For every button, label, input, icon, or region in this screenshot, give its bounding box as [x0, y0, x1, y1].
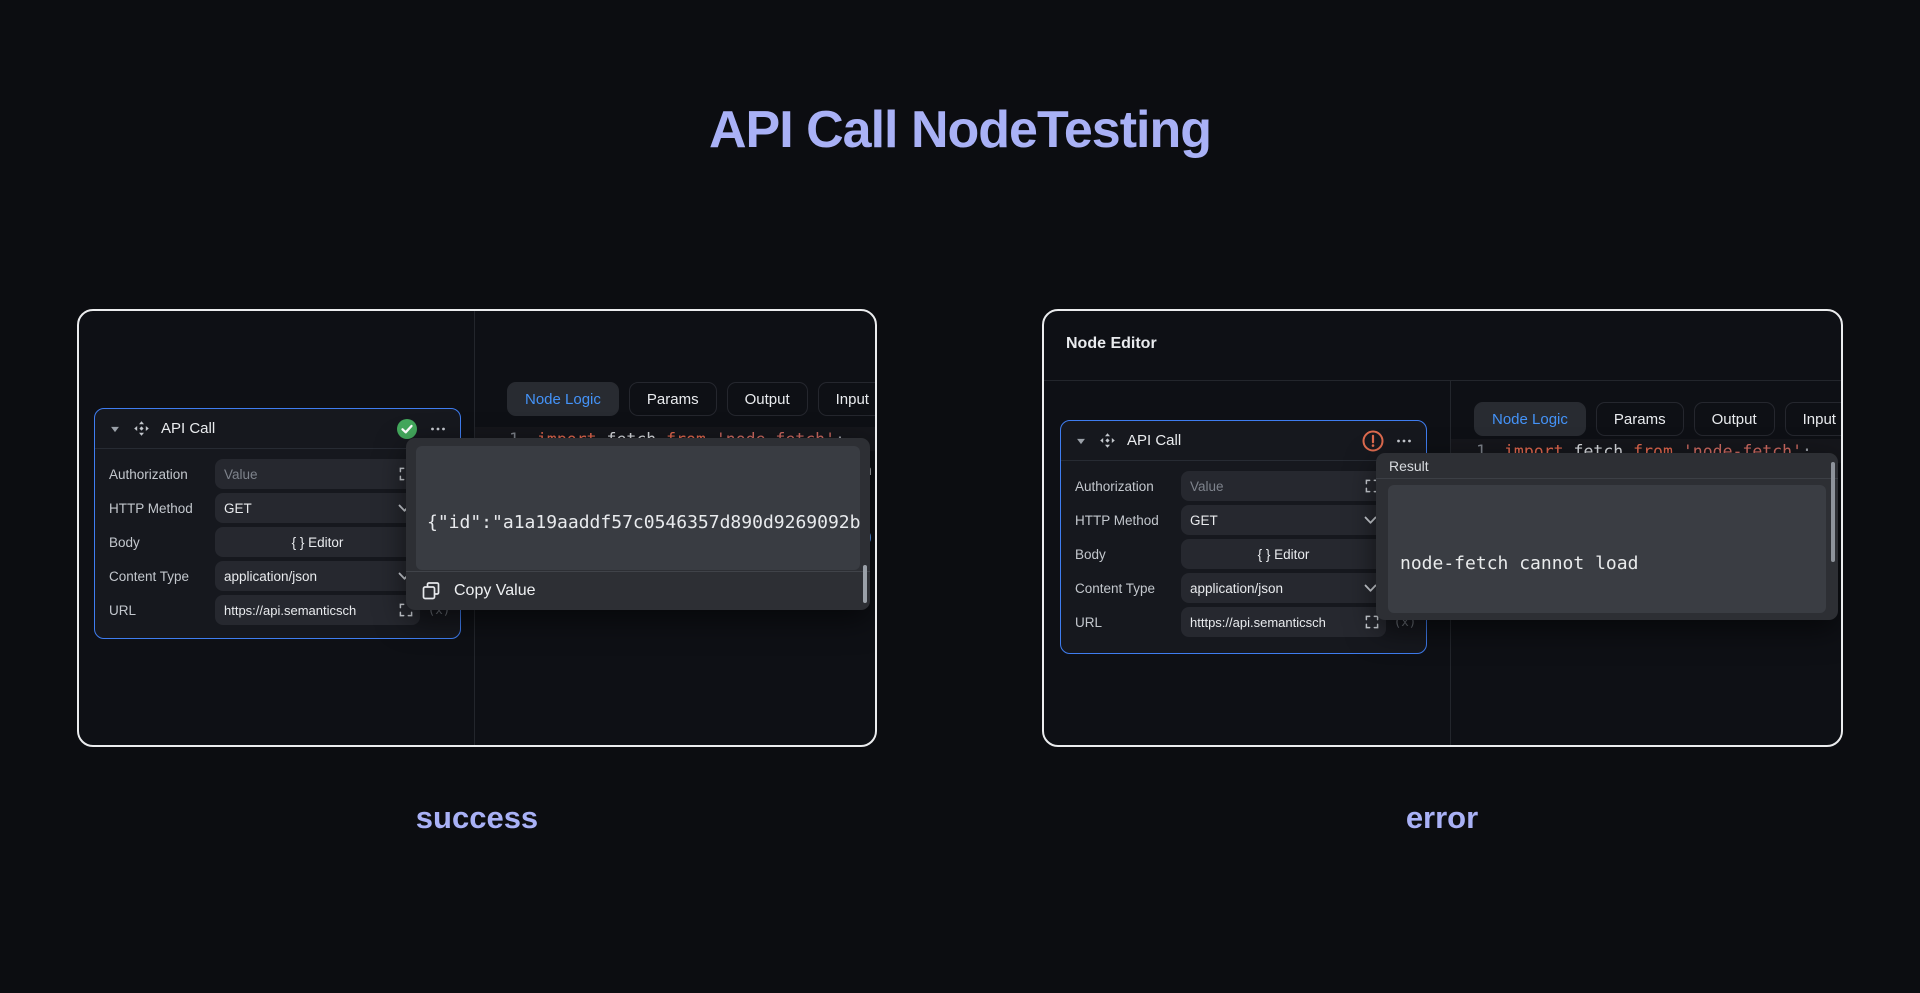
- content-type-label: Content Type: [1075, 581, 1181, 596]
- copy-value-label: Copy Value: [454, 582, 536, 600]
- api-call-node[interactable]: API Call Authorization Value HTT: [1060, 420, 1427, 654]
- success-check-icon[interactable]: [396, 418, 418, 440]
- result-popover-title: Result: [1376, 453, 1838, 478]
- tab-output[interactable]: Output: [727, 382, 808, 416]
- error-alert-icon[interactable]: [1362, 430, 1384, 452]
- tab-input[interactable]: Input: [818, 382, 877, 416]
- json-line: {"id":"a1a19aaddf57c0546357d890d9269092b: [427, 508, 849, 537]
- expand-icon[interactable]: [1365, 615, 1379, 629]
- caret-down-icon[interactable]: [1074, 434, 1088, 448]
- popover-scrollbar[interactable]: [1831, 462, 1835, 562]
- popover-scrollbar[interactable]: [863, 565, 867, 603]
- caret-down-icon[interactable]: [108, 422, 122, 436]
- body-editor-label: { } Editor: [1258, 547, 1310, 562]
- field-row-authorization: Authorization Value: [109, 459, 420, 489]
- tab-output[interactable]: Output: [1694, 402, 1775, 436]
- field-row-content-type: Content Type application/json: [1075, 573, 1386, 603]
- content-type-label: Content Type: [109, 569, 215, 584]
- authorization-input[interactable]: Value: [1181, 471, 1386, 501]
- error-message[interactable]: node-fetch cannot load htttps://api.sema…: [1388, 485, 1826, 613]
- field-row-url: URL htttps://api.semanticsch (x): [1075, 607, 1386, 637]
- node-body: Authorization Value HTTP Method GET Body: [1061, 461, 1426, 637]
- copy-icon: [421, 581, 441, 601]
- json-preview[interactable]: {"id":"a1a19aaddf57c0546357d890d9269092b…: [416, 446, 860, 570]
- ellipsis-menu-icon[interactable]: [429, 420, 447, 438]
- tab-node-logic[interactable]: Node Logic: [507, 382, 619, 416]
- card-error: Node Editor Node Logic Params Output Inp…: [1042, 309, 1843, 747]
- field-row-content-type: Content Type application/json: [109, 561, 420, 591]
- caption-success: success: [77, 800, 877, 836]
- body-label: Body: [109, 535, 215, 550]
- tab-bar: Node Logic Params Output Input: [1474, 402, 1843, 436]
- http-method-value: GET: [224, 501, 252, 516]
- tab-params[interactable]: Params: [1596, 402, 1684, 436]
- node-title: API Call: [1127, 432, 1181, 449]
- http-method-select[interactable]: GET: [1181, 505, 1386, 535]
- body-editor-label: { } Editor: [292, 535, 344, 550]
- field-row-body: Body { } Editor: [1075, 539, 1386, 569]
- field-row-http-method: HTTP Method GET: [1075, 505, 1386, 535]
- node-editor-title: Node Editor: [1066, 335, 1157, 353]
- authorization-label: Authorization: [109, 467, 215, 482]
- header-divider: [1044, 380, 1841, 381]
- field-row-body: Body { } Editor: [109, 527, 420, 557]
- node-header: API Call: [1061, 421, 1426, 461]
- field-row-url: URL https://api.semanticsch (x): [109, 595, 420, 625]
- card-success: Node Logic Params Output Input 1import f…: [77, 309, 877, 747]
- url-input[interactable]: https://api.semanticsch: [215, 595, 420, 625]
- node-header: API Call: [95, 409, 460, 449]
- http-method-label: HTTP Method: [1075, 513, 1181, 528]
- popover-divider: [1376, 478, 1838, 479]
- authorization-label: Authorization: [1075, 479, 1181, 494]
- body-editor-button[interactable]: { } Editor: [1181, 539, 1386, 569]
- tab-bar: Node Logic Params Output Input: [507, 382, 877, 416]
- move-icon[interactable]: [133, 420, 150, 437]
- body-editor-button[interactable]: { } Editor: [215, 527, 420, 557]
- authorization-input[interactable]: Value: [215, 459, 420, 489]
- authorization-placeholder: Value: [1190, 479, 1224, 494]
- field-row-authorization: Authorization Value: [1075, 471, 1386, 501]
- ellipsis-menu-icon[interactable]: [1395, 432, 1413, 450]
- copy-value-button[interactable]: Copy Value: [406, 571, 870, 609]
- url-input[interactable]: htttps://api.semanticsch: [1181, 607, 1386, 637]
- http-method-label: HTTP Method: [109, 501, 215, 516]
- url-label: URL: [109, 603, 215, 618]
- tab-node-logic[interactable]: Node Logic: [1474, 402, 1586, 436]
- field-row-http-method: HTTP Method GET: [109, 493, 420, 523]
- url-value: https://api.semanticsch: [224, 603, 356, 618]
- url-value: htttps://api.semanticsch: [1190, 615, 1326, 630]
- content-type-select[interactable]: application/json: [215, 561, 420, 591]
- caption-error: error: [1042, 800, 1842, 836]
- error-line: node-fetch cannot load: [1400, 549, 1814, 578]
- result-popover: Result node-fetch cannot load htttps://a…: [1376, 453, 1838, 620]
- move-icon[interactable]: [1099, 432, 1116, 449]
- body-label: Body: [1075, 547, 1181, 562]
- page-title: API Call NodeTesting: [0, 100, 1920, 160]
- content-type-value: application/json: [1190, 581, 1283, 596]
- result-popover: {"id":"a1a19aaddf57c0546357d890d9269092b…: [406, 438, 870, 610]
- http-method-value: GET: [1190, 513, 1218, 528]
- content-type-select[interactable]: application/json: [1181, 573, 1386, 603]
- authorization-placeholder: Value: [224, 467, 258, 482]
- node-title: API Call: [161, 420, 215, 437]
- content-type-value: application/json: [224, 569, 317, 584]
- url-label: URL: [1075, 615, 1181, 630]
- tab-params[interactable]: Params: [629, 382, 717, 416]
- http-method-select[interactable]: GET: [215, 493, 420, 523]
- tab-input[interactable]: Input: [1785, 402, 1843, 436]
